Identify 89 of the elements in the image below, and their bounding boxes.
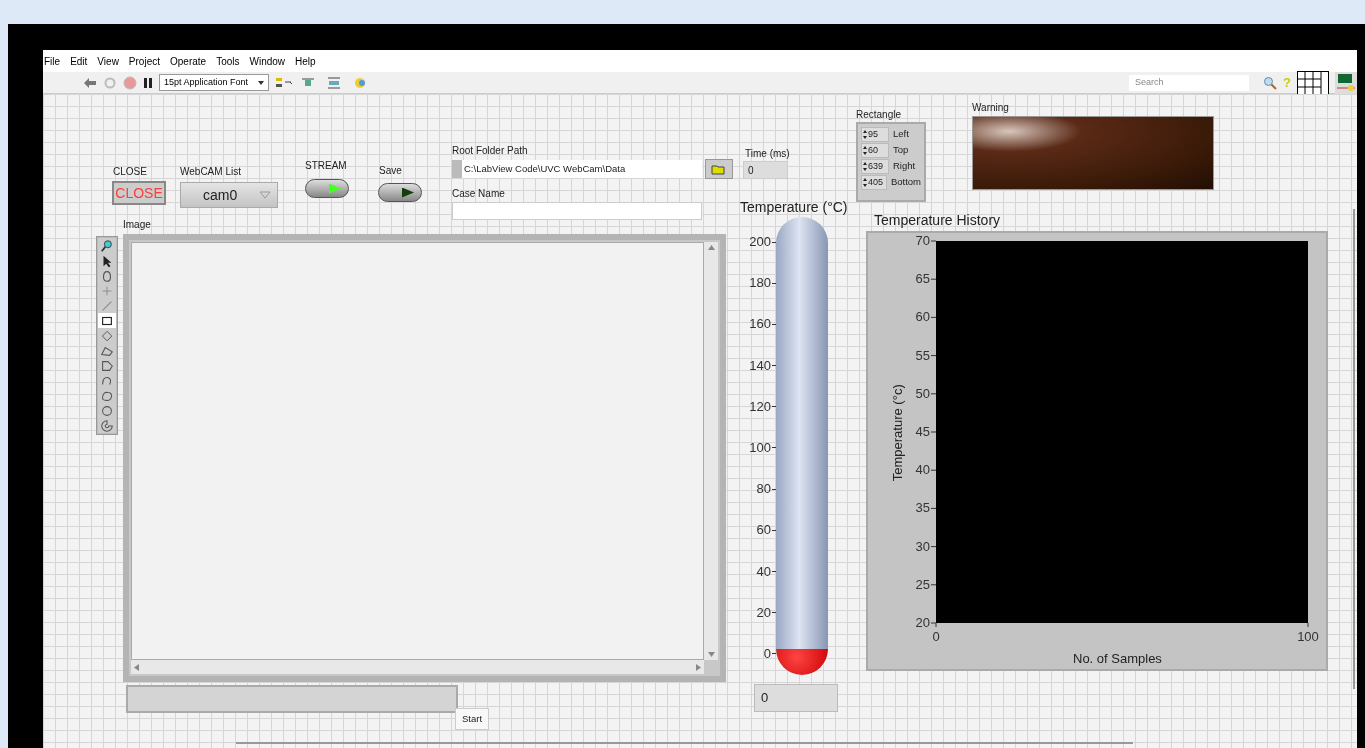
time-label: Time (ms) <box>745 147 790 161</box>
vi-icon <box>1335 71 1357 94</box>
warning-label: Warning <box>972 101 1009 115</box>
field-label: Bottom <box>890 175 921 190</box>
y-tick-label: 65 <box>915 271 930 287</box>
menu-item[interactable]: Operate <box>170 53 207 69</box>
search-field[interactable]: Search <box>1129 74 1250 91</box>
scale-label: 40 <box>756 564 771 579</box>
numeric-field[interactable]: 95 <box>861 127 889 142</box>
scale-label: 0 <box>763 646 771 661</box>
spinner-icon[interactable] <box>863 178 867 187</box>
scale-label: 140 <box>749 358 771 373</box>
pause-icon[interactable] <box>143 76 153 89</box>
tooltip: Start <box>455 708 490 730</box>
y-tick-label: 50 <box>915 385 930 401</box>
font-dropdown[interactable]: 15pt Application Font <box>159 74 270 91</box>
webcam-list-label: WebCAM List <box>180 165 241 179</box>
scale-label: 100 <box>749 440 771 455</box>
scroll-down-icon[interactable] <box>707 652 715 657</box>
rotated-icon <box>100 328 114 343</box>
numeric-field[interactable]: 639 <box>861 159 889 174</box>
browse-button[interactable] <box>705 159 733 179</box>
spinner-icon[interactable] <box>863 130 867 139</box>
y-tick-label: 70 <box>915 233 930 248</box>
save-label: Save <box>379 164 402 178</box>
stream-toggle[interactable] <box>305 179 349 198</box>
menu-item[interactable]: Edit <box>70 53 88 69</box>
root-folder-label: Root Folder Path <box>452 144 528 158</box>
y-tick-label: 55 <box>915 347 930 363</box>
menu-item[interactable]: View <box>97 53 119 69</box>
scale-label: 180 <box>749 276 771 291</box>
temperature-label: Temperature (°C) <box>740 198 848 217</box>
y-tick-label: 20 <box>915 615 930 630</box>
field-label: Right <box>893 159 916 174</box>
case-name-field[interactable] <box>452 202 702 220</box>
caret-icon <box>258 80 265 85</box>
save-toggle[interactable] <box>378 183 422 202</box>
oval-icon <box>100 403 114 418</box>
scale-label: 60 <box>756 523 771 538</box>
tool-button[interactable] <box>98 238 116 253</box>
time-indicator: 0 <box>743 161 788 179</box>
vertical-scrollbar[interactable] <box>704 242 718 660</box>
x-axis-label: No. of Samples <box>1073 650 1162 668</box>
menu-item[interactable]: Help <box>295 53 316 69</box>
y-tick-label: 45 <box>915 424 930 439</box>
scale-label: 80 <box>756 482 771 497</box>
numeric-field[interactable]: 60 <box>861 143 889 158</box>
zoom-icon <box>100 238 114 253</box>
annulus-icon <box>100 418 114 433</box>
run-arrow-icon[interactable] <box>83 76 97 89</box>
x-tick-label: 100 <box>1297 629 1319 644</box>
tool-button[interactable] <box>98 313 116 328</box>
scroll-right-icon[interactable] <box>696 663 701 671</box>
horizontal-scrollbar[interactable] <box>131 660 704 674</box>
case-name-label: Case Name <box>452 187 505 201</box>
field-label: Top <box>893 143 909 158</box>
scale-label: 200 <box>749 235 771 249</box>
menu-item[interactable]: Window <box>249 53 286 69</box>
close-label: CLOSE <box>113 165 147 179</box>
stream-label: STREAM <box>305 159 347 173</box>
rectangle-label: Rectangle <box>856 108 902 122</box>
x-tick-label: 0 <box>932 629 940 644</box>
y-tick-label: 35 <box>915 500 930 516</box>
scale-label: 20 <box>756 605 771 620</box>
temperature-indicator: 0 <box>754 684 838 712</box>
menu-item[interactable]: Project <box>128 53 160 69</box>
folder-icon <box>711 163 727 175</box>
menu-item[interactable]: File <box>44 53 61 69</box>
scale-label: 120 <box>749 399 771 414</box>
spinner-icon[interactable] <box>863 162 867 171</box>
image-label: Image <box>123 218 151 232</box>
caret-icon <box>259 191 271 199</box>
scroll-up-icon[interactable] <box>707 245 715 250</box>
numeric-field[interactable]: 405 <box>861 175 887 190</box>
scroll-left-icon[interactable] <box>134 663 139 671</box>
y-axis-label: Temperature (°c) <box>888 384 906 482</box>
search-icon[interactable] <box>1263 75 1278 90</box>
polyline-icon <box>100 358 114 373</box>
webcam-dropdown[interactable]: cam0 <box>180 182 278 208</box>
field-label: Left <box>893 127 909 142</box>
chart-title: Temperature History <box>874 211 1001 230</box>
y-tick-label: 30 <box>915 538 930 554</box>
path-field[interactable]: C:\LabView Code\UVC WebCam\Data <box>452 160 702 178</box>
menu-item[interactable]: Tools <box>216 53 240 69</box>
spinner-icon[interactable] <box>863 146 867 155</box>
scale-label: 160 <box>749 317 771 332</box>
y-tick-label: 25 <box>915 576 930 592</box>
y-tick-label: 40 <box>915 462 930 478</box>
y-tick-label: 60 <box>915 309 930 325</box>
